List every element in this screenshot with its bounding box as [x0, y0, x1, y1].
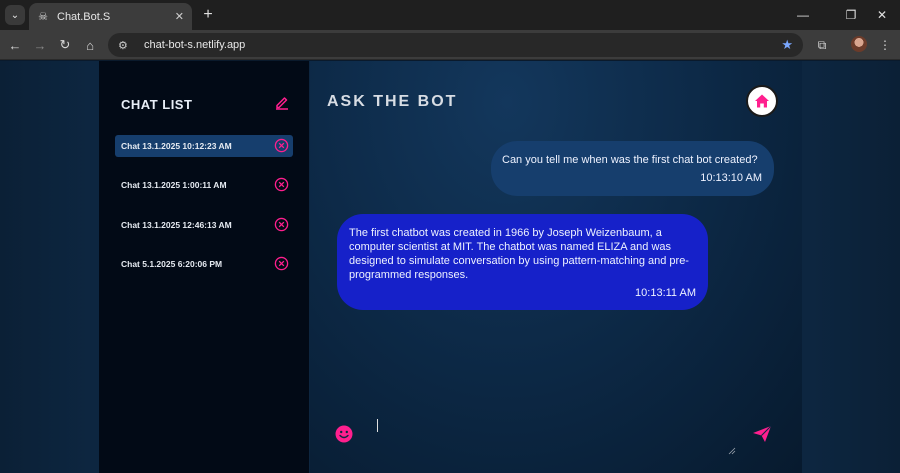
page-background-right: [802, 61, 900, 473]
emoji-icon[interactable]: [335, 425, 353, 443]
bot-message: The first chatbot was created in 1966 by…: [337, 214, 708, 310]
back-button[interactable]: ←: [5, 35, 25, 55]
app-page: CHAT LIST Chat 13.1.2025 10:12:23 AM Cha…: [0, 61, 900, 473]
browser-toolbar: ← → ↻ ⌂ ⚙ chat-bot-s.netlify.app ★ ⧉ ⋮: [0, 30, 900, 60]
page-title: ASK THE BOT: [327, 93, 458, 110]
message-text: Can you tell me when was the first chat …: [502, 154, 758, 166]
bookmark-star-icon[interactable]: ★: [781, 37, 793, 53]
new-tab-button[interactable]: +: [198, 5, 218, 25]
close-circle-icon[interactable]: [274, 177, 289, 192]
edit-icon[interactable]: [274, 94, 290, 110]
forward-button[interactable]: →: [30, 35, 50, 55]
message-timestamp: 10:13:10 AM: [700, 172, 762, 184]
chat-list-item[interactable]: Chat 13.1.2025 1:00:11 AM: [115, 174, 293, 196]
chat-item-label: Chat 13.1.2025 1:00:11 AM: [121, 180, 227, 190]
chat-list-item[interactable]: Chat 13.1.2025 12:46:13 AM: [115, 214, 293, 236]
text-caret: [377, 419, 378, 432]
close-circle-icon[interactable]: [274, 138, 289, 153]
chat-list-sidebar: CHAT LIST Chat 13.1.2025 10:12:23 AM Cha…: [99, 61, 309, 473]
url-text: chat-bot-s.netlify.app: [144, 39, 246, 51]
chat-item-label: Chat 5.1.2025 6:20:06 PM: [121, 259, 223, 269]
close-window-button[interactable]: ✕: [864, 0, 900, 30]
browser-tab-bar: ⌄ ☠ Chat.Bot.S ✕ + — ❐ ✕: [0, 0, 900, 30]
chat-list-item[interactable]: Chat 13.1.2025 10:12:23 AM: [115, 135, 293, 157]
browser-tab[interactable]: ☠ Chat.Bot.S ✕: [29, 3, 192, 30]
home-icon: [755, 94, 769, 108]
message-text: The first chatbot was created in 1966 by…: [349, 227, 689, 281]
send-icon[interactable]: [752, 425, 772, 443]
tab-title: Chat.Bot.S: [57, 10, 111, 23]
site-info-icon[interactable]: ⚙: [118, 39, 134, 52]
chat-list-title: CHAT LIST: [121, 97, 193, 112]
chat-panel: ASK THE BOT Can you tell me when was the…: [310, 61, 802, 473]
minimize-button[interactable]: —: [785, 0, 821, 30]
extensions-icon[interactable]: ⧉: [812, 35, 832, 55]
chat-item-label: Chat 13.1.2025 10:12:23 AM: [121, 141, 232, 151]
chat-item-label: Chat 13.1.2025 12:46:13 AM: [121, 220, 232, 230]
tab-search-button[interactable]: ⌄: [5, 5, 25, 25]
resize-handle-icon[interactable]: [728, 447, 736, 455]
favicon-icon: ☠: [38, 11, 48, 23]
close-circle-icon[interactable]: [274, 217, 289, 232]
close-circle-icon[interactable]: [274, 256, 289, 271]
message-timestamp: 10:13:11 AM: [635, 287, 696, 299]
user-message: Can you tell me when was the first chat …: [491, 141, 774, 196]
chat-list-item[interactable]: Chat 5.1.2025 6:20:06 PM: [115, 253, 293, 275]
browser-menu-icon[interactable]: ⋮: [875, 35, 895, 55]
tab-close-icon[interactable]: ✕: [175, 10, 184, 23]
message-input[interactable]: [372, 413, 734, 457]
profile-avatar[interactable]: [851, 36, 867, 52]
reload-button[interactable]: ↻: [55, 35, 75, 55]
home-button[interactable]: [746, 85, 778, 117]
address-bar[interactable]: ⚙ chat-bot-s.netlify.app ★: [108, 33, 803, 57]
home-browser-button[interactable]: ⌂: [80, 35, 100, 55]
